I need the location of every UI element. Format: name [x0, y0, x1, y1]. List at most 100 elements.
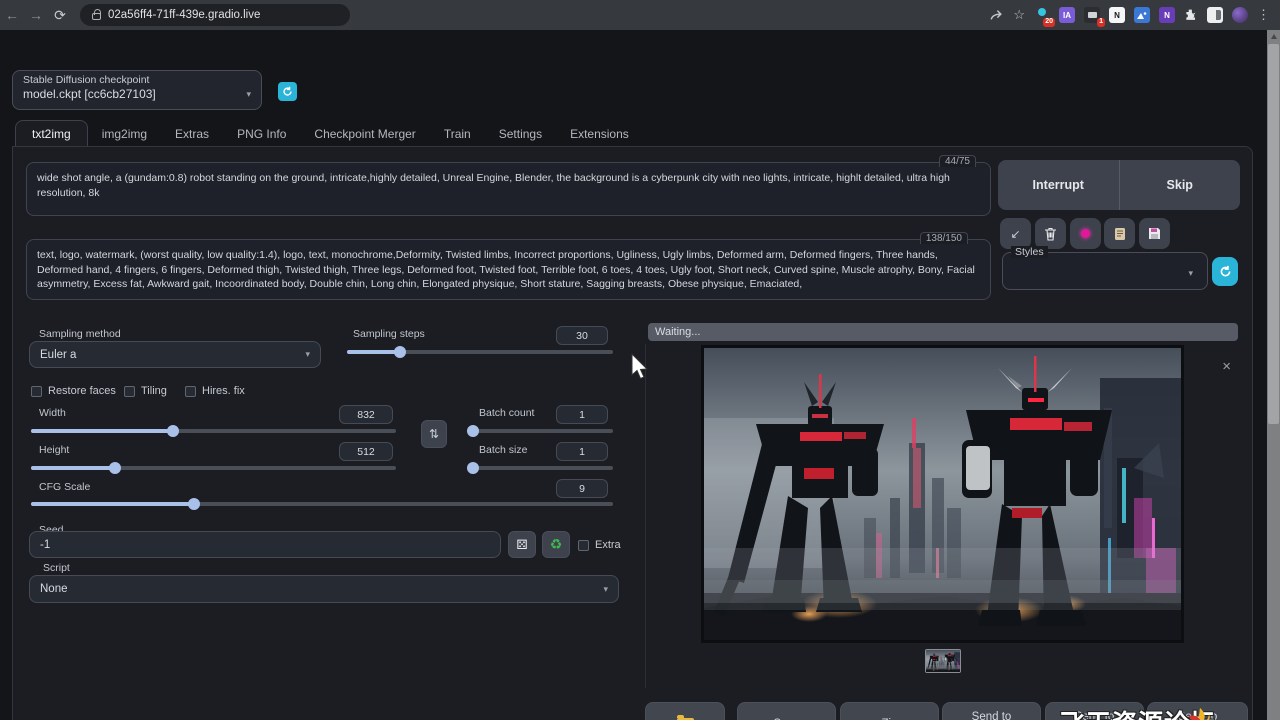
script-dropdown[interactable]: None ▾: [29, 575, 619, 603]
tab-png-info[interactable]: PNG Info: [223, 121, 300, 147]
batch-count-slider[interactable]: [469, 429, 613, 433]
main-tabs: txt2img img2img Extras PNG Info Checkpoi…: [15, 119, 643, 147]
width-value[interactable]: 832: [339, 405, 393, 424]
ext-chat-icon[interactable]: 1: [1084, 7, 1100, 23]
cfg-scale-label: CFG Scale: [39, 481, 90, 493]
height-value[interactable]: 512: [339, 442, 393, 461]
prompt-textarea[interactable]: wide shot angle, a (gundam:0.8) robot st…: [26, 162, 991, 216]
cfg-scale-slider[interactable]: [31, 502, 613, 506]
tab-train[interactable]: Train: [430, 121, 485, 147]
tab-extras[interactable]: Extras: [161, 121, 223, 147]
swap-dimensions-button[interactable]: ⇅: [421, 420, 447, 448]
url-text: 02a56ff4-71ff-439e.gradio.live: [108, 9, 260, 21]
sampling-steps-slider[interactable]: [347, 350, 613, 354]
batch-count-value[interactable]: 1: [556, 405, 608, 424]
save-style-button[interactable]: [1139, 218, 1170, 249]
width-label: Width: [39, 407, 66, 419]
lock-icon: [92, 13, 101, 20]
paste-params-button[interactable]: ↙: [1000, 218, 1031, 249]
save-button[interactable]: Save: [737, 702, 836, 720]
ext-onenote-icon[interactable]: N: [1159, 7, 1175, 23]
refresh-checkpoint-button[interactable]: [278, 82, 297, 101]
seed-input[interactable]: -1: [29, 531, 501, 558]
back-icon[interactable]: ←: [0, 7, 24, 23]
checkbox-icon: [31, 386, 42, 397]
extra-seed-checkbox[interactable]: Extra: [578, 539, 621, 551]
bookmark-star-icon[interactable]: ☆: [1013, 7, 1025, 23]
tab-img2img[interactable]: img2img: [88, 121, 161, 147]
checkbox-icon: [124, 386, 135, 397]
random-seed-button[interactable]: ⚄: [508, 531, 536, 558]
sampling-method-dropdown[interactable]: Euler a ▾: [29, 341, 321, 368]
clear-prompt-button[interactable]: [1035, 218, 1066, 249]
recycle-icon: ♻: [550, 536, 563, 553]
cfg-scale-value[interactable]: 9: [556, 479, 608, 498]
address-bar[interactable]: 02a56ff4-71ff-439e.gradio.live: [80, 4, 350, 26]
height-slider[interactable]: [31, 466, 396, 470]
gallery-thumbnail[interactable]: [925, 649, 961, 673]
sampling-method-label: Sampling method: [39, 328, 121, 340]
height-label: Height: [39, 444, 69, 456]
tab-settings[interactable]: Settings: [485, 121, 556, 147]
send-to-extras-button[interactable]: Send to extras: [1147, 702, 1248, 720]
generation-controls: Interrupt Skip: [998, 160, 1240, 210]
tiling-checkbox[interactable]: Tiling: [124, 385, 167, 397]
interrupt-button[interactable]: Interrupt: [998, 160, 1120, 210]
checkpoint-value: model.ckpt [cc6cb27103]: [23, 87, 156, 101]
profile-avatar[interactable]: [1232, 7, 1248, 23]
negative-prompt-textarea[interactable]: text, logo, watermark, (worst quality, l…: [26, 239, 991, 300]
checkbox-icon: [578, 540, 589, 551]
browser-menu-icon[interactable]: ⋮: [1257, 7, 1270, 23]
prompt-token-counter: 44/75: [939, 155, 976, 167]
apply-style-button[interactable]: [1104, 218, 1135, 249]
negative-prompt-text: text, logo, watermark, (worst quality, l…: [37, 249, 975, 290]
floppy-save-icon: [1148, 227, 1161, 240]
restore-faces-checkbox[interactable]: Restore faces: [31, 385, 116, 397]
styles-dropdown[interactable]: Styles ▾: [1002, 252, 1208, 290]
arrow-down-left-icon: ↙: [1010, 227, 1020, 241]
hires-fix-checkbox[interactable]: Hires. fix: [185, 385, 245, 397]
scrollbar-thumb[interactable]: [1268, 44, 1279, 424]
skip-button[interactable]: Skip: [1120, 160, 1241, 210]
forward-icon[interactable]: →: [24, 7, 48, 23]
zip-button[interactable]: Zip: [840, 702, 939, 720]
generated-image[interactable]: [704, 348, 1181, 640]
chevron-down-icon: ▾: [603, 584, 608, 595]
progress-bar: Waiting...: [648, 323, 1238, 341]
open-folder-button[interactable]: [645, 702, 725, 720]
art-style-button[interactable]: [1070, 218, 1101, 249]
ext-pin-icon[interactable]: 20: [1034, 7, 1050, 23]
ext-notion-icon[interactable]: N: [1109, 7, 1125, 23]
chevron-down-icon: ▾: [246, 89, 251, 100]
extensions-puzzle-icon[interactable]: [1184, 8, 1198, 22]
batch-size-value[interactable]: 1: [556, 442, 608, 461]
magenta-dot-icon: [1081, 229, 1090, 238]
sampling-method-value: Euler a: [40, 349, 76, 361]
ext-image-icon[interactable]: [1134, 7, 1150, 23]
reuse-seed-button[interactable]: ♻: [542, 531, 570, 558]
scroll-up-arrow[interactable]: [1267, 30, 1280, 43]
batch-size-slider[interactable]: [469, 466, 613, 470]
mouse-cursor: [630, 353, 650, 381]
tab-extensions[interactable]: Extensions: [556, 121, 643, 147]
side-panel-icon[interactable]: [1207, 7, 1223, 23]
browser-scrollbar[interactable]: [1267, 30, 1280, 720]
output-gallery: ×: [645, 344, 1243, 688]
progress-text: Waiting...: [655, 326, 700, 338]
send-to-img2img-button[interactable]: Send to img2img: [942, 702, 1041, 720]
refresh-styles-button[interactable]: [1212, 257, 1238, 286]
checkpoint-label: Stable Diffusion checkpoint: [23, 74, 251, 86]
checkpoint-selector[interactable]: Stable Diffusion checkpoint model.ckpt […: [12, 70, 262, 110]
reload-icon[interactable]: ⟳: [48, 7, 72, 24]
send-to-inpaint-button[interactable]: Send to inpaint: [1045, 702, 1144, 720]
batch-size-label: Batch size: [479, 444, 527, 456]
share-icon[interactable]: [989, 8, 1004, 22]
tab-checkpoint-merger[interactable]: Checkpoint Merger: [300, 121, 429, 147]
notepad-icon: [1114, 227, 1126, 241]
sampling-steps-value[interactable]: 30: [556, 326, 608, 345]
width-slider[interactable]: [31, 429, 396, 433]
chevron-down-icon: ▾: [1188, 268, 1193, 279]
tab-txt2img[interactable]: txt2img: [15, 120, 88, 147]
close-icon[interactable]: ×: [1222, 358, 1231, 375]
ext-ia-icon[interactable]: IA: [1059, 7, 1075, 23]
